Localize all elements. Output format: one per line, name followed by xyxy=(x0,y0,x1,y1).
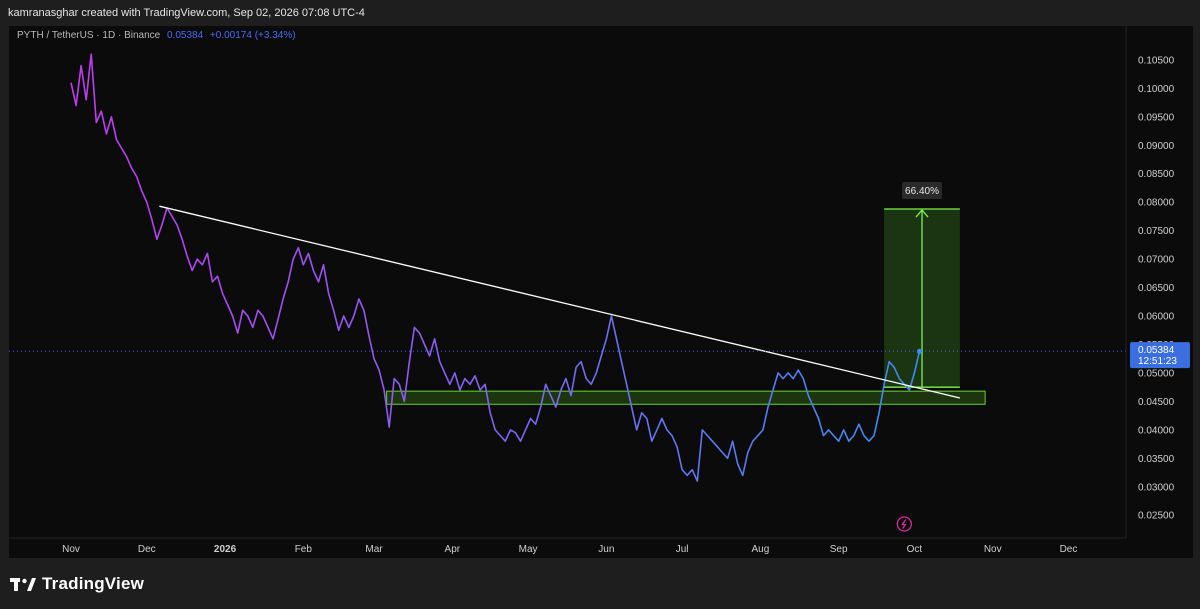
brand-name: TradingView xyxy=(42,574,145,593)
x-tick-label: Jul xyxy=(676,544,689,555)
x-tick-label: Oct xyxy=(907,544,923,555)
tradingview-logo-icon xyxy=(10,578,36,591)
y-tick-label: 0.10500 xyxy=(1138,55,1175,66)
y-tick-label: 0.09500 xyxy=(1138,112,1175,123)
x-tick-label: Nov xyxy=(62,544,80,555)
x-tick-label: Apr xyxy=(445,544,461,555)
price-chart[interactable]: 66.40% 0.10500 0.10000 0.09500 0.09000 0.085… xyxy=(9,26,1193,558)
x-tick-label: Sep xyxy=(830,544,848,555)
x-tick-label: Nov xyxy=(984,544,1002,555)
y-tick-label: 0.03000 xyxy=(1138,482,1175,493)
attribution-bar: kamranasghar created with TradingView.co… xyxy=(0,0,1200,26)
x-tick-label: Mar xyxy=(365,544,383,555)
legend-change: +0.00174 (+3.34%) xyxy=(209,30,296,41)
price-series-line[interactable] xyxy=(70,53,921,482)
footer: TradingView xyxy=(0,560,1200,609)
y-tick-label: 0.08000 xyxy=(1138,198,1175,209)
x-tick-label: Feb xyxy=(295,544,313,555)
target-label: 66.40% xyxy=(905,186,939,197)
support-zone[interactable] xyxy=(386,390,986,405)
symbol-legend: PYTH / TetherUS · 1D · Binance 0.05384 +… xyxy=(17,30,296,41)
y-tick-label: 0.08500 xyxy=(1138,169,1175,180)
countdown-label: 12:51:23 xyxy=(1138,356,1177,367)
y-tick-label: 0.10000 xyxy=(1138,84,1175,95)
x-tick-label: Jun xyxy=(598,544,614,555)
x-tick-label: 2026 xyxy=(214,544,237,555)
y-tick-label: 0.02500 xyxy=(1138,511,1175,522)
lightning-glyph xyxy=(901,519,907,529)
attribution-text: kamranasghar created with TradingView.co… xyxy=(8,7,365,19)
y-tick-label: 0.06500 xyxy=(1138,283,1175,294)
trendline[interactable] xyxy=(159,205,961,399)
y-tick-label: 0.07000 xyxy=(1138,255,1175,266)
tradingview-logo[interactable]: TradingView xyxy=(10,574,144,594)
current-price-label: 0.05384 xyxy=(1138,345,1175,356)
y-tick-label: 0.03500 xyxy=(1138,454,1175,465)
y-tick-label: 0.05000 xyxy=(1138,368,1175,379)
y-tick-label: 0.09000 xyxy=(1138,141,1175,152)
legend-last-price: 0.05384 xyxy=(166,30,204,41)
x-tick-label: May xyxy=(519,544,538,555)
x-tick-label: Dec xyxy=(138,544,156,555)
x-tick-label: Aug xyxy=(751,544,769,555)
y-tick-label: 0.04500 xyxy=(1138,397,1175,408)
chart-area[interactable]: 66.40% 0.10500 0.10000 0.09500 0.09000 0.085… xyxy=(9,26,1193,558)
y-tick-label: 0.07500 xyxy=(1138,226,1175,237)
x-tick-label: Dec xyxy=(1060,544,1078,555)
y-tick-label: 0.06000 xyxy=(1138,312,1175,323)
y-tick-label: 0.04000 xyxy=(1138,425,1175,436)
symbol-name: PYTH / TetherUS · 1D · Binance xyxy=(17,30,161,41)
